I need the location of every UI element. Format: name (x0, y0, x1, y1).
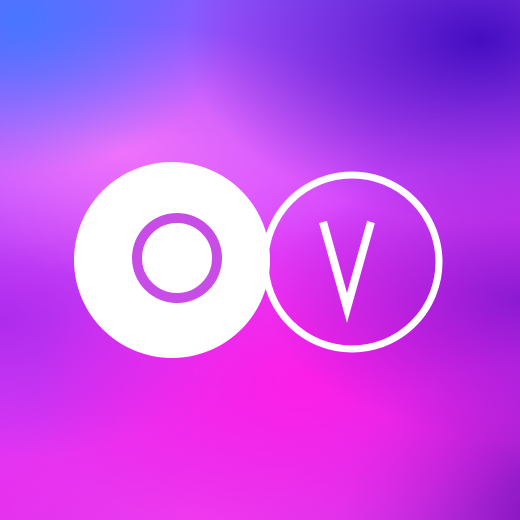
white-ring (261, 171, 443, 353)
app-icon (0, 0, 520, 520)
white-disc (74, 162, 270, 358)
letter-v (319, 220, 375, 323)
letter-o-circle-icon (74, 162, 270, 358)
ov-logo (74, 162, 443, 358)
letter-v-ring-icon (261, 171, 443, 353)
